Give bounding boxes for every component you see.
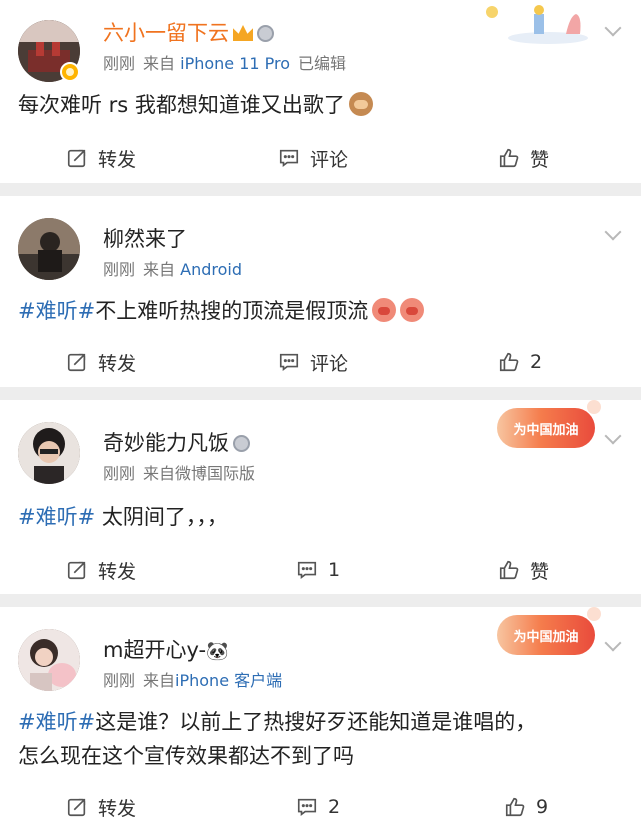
comment-button[interactable]: 1 (296, 550, 340, 590)
campaign-banner[interactable]: 为中国加油 (497, 607, 601, 655)
hashtag-link[interactable]: #难听# (18, 710, 95, 734)
action-bar: 转发 评论 2 (0, 342, 641, 382)
repost-button[interactable]: 转发 (66, 342, 136, 382)
action-bar: 转发 评论 赞 (0, 138, 641, 178)
repost-button[interactable]: 转发 (66, 138, 136, 178)
like-button[interactable]: 9 (504, 787, 548, 827)
comment-button[interactable]: 2 (296, 787, 340, 827)
comment-icon (279, 149, 299, 167)
repost-icon (67, 561, 86, 580)
medal-icon (233, 435, 250, 452)
like-icon (505, 797, 525, 817)
crown-icon (233, 25, 253, 41)
pig-emoji-icon (372, 298, 397, 322)
username[interactable]: m超开心y-🐼 (103, 637, 229, 665)
chevron-down-icon[interactable] (604, 19, 622, 37)
source-link[interactable]: iPhone 客户端 (175, 671, 282, 690)
action-bar: 转发 2 9 (0, 787, 641, 827)
post-meta: 刚刚 来自 iPhone 11 Pro 已编辑 (103, 54, 347, 73)
like-button[interactable]: 赞 (498, 138, 549, 178)
hashtag-link[interactable]: #难听# (18, 505, 95, 529)
comment-icon (297, 561, 317, 579)
medal-icon (257, 25, 274, 42)
post-meta: 刚刚 来自微博国际版 (103, 464, 256, 483)
comment-button[interactable]: 评论 (278, 138, 348, 178)
post-meta: 刚刚 来自iPhone 客户端 (103, 671, 283, 690)
post-1: 六小一留下云 刚刚 来自 iPhone 11 Pro 已编辑 每次难听 rs 我都想… (0, 0, 641, 183)
like-icon (499, 148, 519, 168)
hashtag-link[interactable]: #难听# (18, 299, 95, 323)
campaign-banner[interactable]: 为中国加油 (497, 400, 601, 448)
like-button[interactable]: 赞 (498, 550, 549, 590)
source-link[interactable]: iPhone 11 Pro (180, 54, 290, 73)
comment-icon (297, 798, 317, 816)
content-line-2: 怎么现在这个宣传效果都达不到了吗 (18, 744, 354, 768)
avatar[interactable] (18, 422, 80, 484)
avatar[interactable] (18, 218, 80, 280)
post-content[interactable]: 每次难听 rs 我都想知道谁又出歌了 (18, 88, 618, 122)
post-3: 为中国加油 奇妙能力凡饭 刚刚 来自微博国际版 #难听# 太阴间了，，， 转发 1… (0, 400, 641, 594)
repost-icon (67, 149, 86, 168)
chevron-down-icon[interactable] (604, 634, 622, 652)
chevron-down-icon[interactable] (604, 427, 622, 445)
post-2: 柳然来了 刚刚 来自 Android #难听#不上难听热搜的顶流是假顶流 转发 评… (0, 196, 641, 387)
action-bar: 转发 1 赞 (0, 550, 641, 590)
avatar[interactable] (18, 629, 80, 691)
decoration-little-prince (486, 5, 588, 44)
post-content[interactable]: #难听# 太阴间了，，， (18, 500, 618, 534)
monkey-emoji-icon (348, 92, 373, 116)
pig-emoji-icon (400, 298, 425, 322)
post-content[interactable]: #难听#不上难听热搜的顶流是假顶流 (18, 294, 618, 328)
post-content[interactable]: #难听#这是谁？以前上了热搜好歹还能知道是谁唱的， 怎么现在这个宣传效果都达不到… (18, 705, 618, 773)
content-line-1: #难听#这是谁？以前上了热搜好歹还能知道是谁唱的， (18, 710, 537, 734)
chevron-down-icon[interactable] (604, 223, 622, 241)
panda-emoji-icon: 🐼 (206, 641, 229, 662)
source-link[interactable]: Android (180, 260, 242, 279)
repost-button[interactable]: 转发 (66, 550, 136, 590)
repost-icon (67, 798, 86, 817)
repost-button[interactable]: 转发 (66, 787, 136, 827)
like-button[interactable]: 2 (498, 342, 542, 382)
comment-button[interactable]: 评论 (278, 342, 348, 382)
comment-icon (279, 353, 299, 371)
username[interactable]: 奇妙能力凡饭 (103, 430, 250, 456)
username[interactable]: 柳然来了 (103, 226, 187, 252)
verified-badge-icon (60, 62, 80, 82)
post-4: 为中国加油 m超开心y-🐼 刚刚 来自iPhone 客户端 #难听#这是谁？以前上… (0, 607, 641, 828)
repost-icon (67, 353, 86, 372)
like-icon (499, 352, 519, 372)
like-icon (499, 560, 519, 580)
username[interactable]: 六小一留下云 (103, 20, 274, 46)
post-meta: 刚刚 来自 Android (103, 260, 242, 279)
